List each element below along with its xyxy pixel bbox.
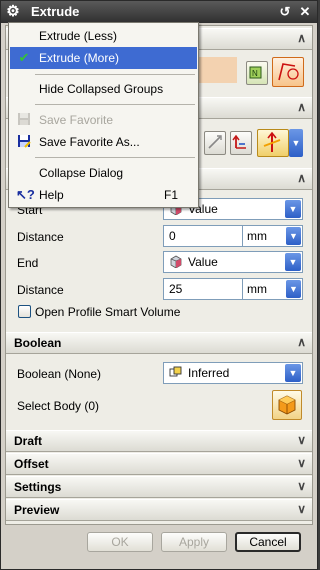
section-header-settings[interactable]: Settings ∨ bbox=[6, 476, 312, 498]
checkmark-icon: ✔ bbox=[18, 50, 30, 65]
chevron-down-icon: ∨ bbox=[297, 433, 306, 447]
menu-item-label: Save Favorite bbox=[39, 113, 114, 127]
vector-constructor-icon[interactable] bbox=[230, 131, 252, 155]
extrude-dialog: ⚙ Extrude ↺ ✕ ∧ N ∧ ▼ ∧ Start Value ▼ Di… bbox=[0, 0, 318, 570]
cube-icon bbox=[170, 255, 182, 268]
svg-text:N: N bbox=[252, 69, 258, 78]
menu-item-help[interactable]: ↖? Help F1 bbox=[10, 184, 197, 206]
save-disk-icon bbox=[16, 112, 32, 128]
open-profile-checkbox[interactable] bbox=[18, 305, 31, 318]
cancel-button[interactable]: Cancel bbox=[235, 532, 301, 552]
save-as-icon bbox=[16, 134, 32, 150]
curve-icon[interactable] bbox=[272, 57, 304, 87]
end-label: End bbox=[17, 256, 39, 270]
menu-separator bbox=[35, 74, 195, 75]
preview-label: Preview bbox=[14, 503, 60, 517]
menu-item-extrude-more[interactable]: ✔ Extrude (More) bbox=[10, 47, 197, 69]
open-profile-label: Open Profile Smart Volume bbox=[35, 305, 181, 319]
chevron-down-icon: ∨ bbox=[297, 479, 306, 493]
chevron-up-icon: ∧ bbox=[297, 335, 306, 349]
end-distance-label: Distance bbox=[17, 283, 64, 297]
section-header-preview[interactable]: Preview ∨ bbox=[6, 499, 312, 521]
menu-item-label: Hide Collapsed Groups bbox=[39, 82, 164, 96]
help-shortcut: F1 bbox=[164, 188, 179, 202]
chevron-down-icon: ∨ bbox=[297, 456, 306, 470]
close-icon[interactable]: ✕ bbox=[298, 4, 312, 20]
settings-label: Settings bbox=[14, 480, 62, 494]
end-select[interactable]: Value ▼ bbox=[163, 251, 303, 273]
menu-item-label: Extrude (More) bbox=[39, 51, 120, 65]
specify-vector-icon[interactable] bbox=[257, 129, 289, 157]
chevron-up-icon: ∧ bbox=[297, 31, 306, 45]
menu-item-label: Help bbox=[39, 188, 64, 202]
end-unit-select[interactable]: mm ▼ bbox=[243, 278, 303, 300]
menu-item-collapse-dialog[interactable]: Collapse Dialog bbox=[10, 162, 197, 184]
start-distance-label: Distance bbox=[17, 230, 64, 244]
select-body-label: Select Body (0) bbox=[17, 399, 100, 413]
ok-button[interactable]: OK bbox=[87, 532, 153, 552]
title-bar: ⚙ Extrude ↺ ✕ bbox=[1, 1, 317, 23]
down-arrow-icon[interactable]: ▼ bbox=[286, 227, 301, 245]
draft-label: Draft bbox=[14, 434, 43, 448]
chevron-down-icon[interactable]: ▼ bbox=[285, 364, 301, 382]
menu-separator bbox=[35, 157, 195, 158]
help-pointer-icon: ↖? bbox=[16, 187, 35, 202]
boolean-header-label: Boolean bbox=[14, 336, 62, 350]
inferred-icon bbox=[169, 366, 182, 377]
start-unit-select[interactable]: mm ▼ bbox=[243, 225, 303, 247]
reset-icon[interactable]: ↺ bbox=[278, 4, 292, 20]
end-unit: mm bbox=[247, 282, 267, 296]
chevron-up-icon: ∧ bbox=[297, 100, 306, 114]
start-unit: mm bbox=[247, 229, 267, 243]
menu-item-label: Collapse Dialog bbox=[39, 166, 124, 180]
menu-item-extrude-less[interactable]: Extrude (Less) bbox=[10, 25, 197, 47]
menu-item-save-favorite-as[interactable]: Save Favorite As... bbox=[10, 131, 197, 153]
chevron-down-icon[interactable]: ▼ bbox=[285, 253, 301, 271]
start-distance-value: 0 bbox=[169, 229, 176, 243]
section-header-draft[interactable]: Draft ∨ bbox=[6, 430, 312, 452]
gear-menu: Extrude (Less) ✔ Extrude (More) Hide Col… bbox=[8, 22, 199, 208]
menu-item-hide-collapsed[interactable]: Hide Collapsed Groups bbox=[10, 78, 197, 100]
reverse-direction-icon[interactable] bbox=[204, 131, 226, 155]
down-arrow-icon[interactable]: ▼ bbox=[286, 280, 301, 298]
dialog-title: Extrude bbox=[31, 4, 80, 19]
section-body-orange-strip bbox=[197, 57, 237, 83]
apply-button[interactable]: Apply bbox=[161, 532, 227, 552]
chevron-up-icon: ∧ bbox=[297, 171, 306, 185]
body-cube-icon bbox=[278, 395, 296, 415]
chevron-down-icon: ∨ bbox=[297, 502, 306, 516]
menu-item-label: Extrude (Less) bbox=[39, 29, 118, 43]
select-body-button[interactable] bbox=[272, 390, 302, 420]
section-header-offset[interactable]: Offset ∨ bbox=[6, 453, 312, 475]
gear-icon[interactable]: ⚙ bbox=[4, 3, 22, 21]
chevron-down-icon[interactable]: ▼ bbox=[285, 200, 301, 218]
boolean-label: Boolean (None) bbox=[17, 367, 102, 381]
end-distance-value: 25 bbox=[169, 282, 183, 296]
sketch-section-icon[interactable]: N bbox=[246, 61, 268, 85]
end-value: Value bbox=[188, 255, 218, 269]
start-distance-input[interactable]: 0 bbox=[163, 225, 243, 247]
section-header-boolean[interactable]: Boolean ∧ bbox=[6, 332, 312, 354]
offset-label: Offset bbox=[14, 457, 49, 471]
menu-item-save-favorite[interactable]: Save Favorite bbox=[10, 109, 197, 131]
menu-separator bbox=[35, 104, 195, 105]
end-distance-input[interactable]: 25 bbox=[163, 278, 243, 300]
boolean-select[interactable]: Inferred ▼ bbox=[163, 362, 303, 384]
vector-dropdown-button[interactable]: ▼ bbox=[289, 129, 303, 157]
boolean-value: Inferred bbox=[188, 366, 230, 380]
menu-item-label: Save Favorite As... bbox=[39, 135, 140, 149]
